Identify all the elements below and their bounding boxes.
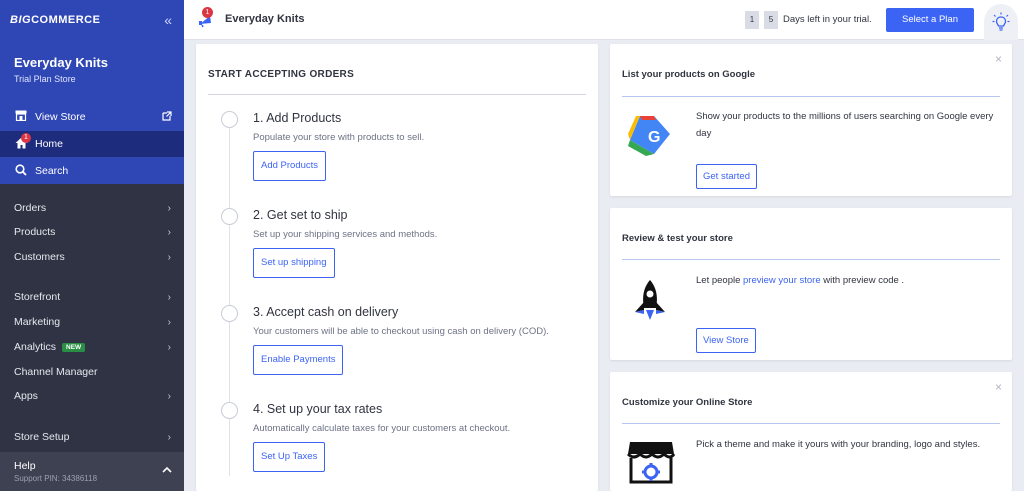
tips-button[interactable] (984, 4, 1018, 40)
divider (208, 94, 586, 95)
store-theme-icon (626, 440, 676, 491)
step-status-circle (221, 208, 238, 225)
divider (622, 259, 1000, 260)
step-status-circle (221, 111, 238, 128)
search-icon (14, 163, 28, 179)
steps-timeline (229, 126, 230, 476)
collapse-sidebar-icon[interactable]: « (164, 12, 172, 28)
chevron-right-icon: › (167, 390, 171, 402)
close-icon[interactable]: × (995, 52, 1002, 66)
sidebar-item-channel-manager[interactable]: Channel Manager (0, 360, 184, 384)
new-badge: NEW (62, 342, 86, 352)
chevron-right-icon: › (167, 291, 171, 303)
store-plan: Trial Plan Store (14, 74, 76, 84)
add-products-button[interactable]: Add Products (253, 151, 327, 181)
notification-badge: 1 (202, 7, 213, 18)
start-accepting-orders-card: START ACCEPTING ORDERS 1. Add Products P… (196, 44, 598, 491)
home-notification-badge: 1 (21, 133, 31, 143)
sidebar-item-products[interactable]: Products › (0, 220, 184, 244)
external-link-icon (162, 110, 172, 124)
view-store-button[interactable]: View Store (696, 328, 756, 353)
set-up-taxes-button[interactable]: Set Up Taxes (253, 442, 326, 472)
step-status-circle (221, 305, 238, 322)
sidebar-item-marketing[interactable]: Marketing › (0, 310, 184, 334)
divider (622, 96, 1000, 97)
sidebar-item-storefront[interactable]: Storefront › (0, 285, 184, 309)
google-tag-icon: G (626, 112, 674, 163)
sidebar-item-customers[interactable]: Customers › (0, 245, 184, 269)
get-started-button[interactable]: Get started (696, 164, 757, 189)
close-icon[interactable]: × (995, 380, 1002, 394)
sidebar-item-search[interactable]: Search (0, 158, 184, 184)
sidebar: BIGCOMMERCE « Everyday Knits Trial Plan … (0, 0, 184, 491)
sidebar-item-orders[interactable]: Orders › (0, 196, 184, 220)
svg-text:G: G (648, 129, 660, 146)
google-listing-card: × List your products on Google G Show yo… (610, 44, 1012, 196)
enable-payments-button[interactable]: Enable Payments (253, 345, 344, 375)
trial-days-text: Days left in your trial. (783, 14, 872, 25)
chevron-up-icon (162, 464, 172, 476)
customize-store-card: × Customize your Online Store Pick a the… (610, 372, 1012, 491)
chevron-right-icon: › (167, 316, 171, 328)
sidebar-item-apps[interactable]: Apps › (0, 384, 184, 408)
bigcommerce-logo[interactable]: BIGCOMMERCE (10, 14, 100, 26)
topbar: 1 Everyday Knits 1 5 Days left in your t… (184, 0, 1024, 40)
card-title: List your products on Google (622, 69, 755, 80)
chevron-right-icon: › (167, 341, 171, 353)
card-title: Review & test your store (622, 233, 733, 244)
preview-store-link[interactable]: preview your store (743, 275, 821, 286)
sidebar-item-analytics[interactable]: Analytics NEW › (0, 335, 184, 359)
store-name: Everyday Knits (14, 55, 108, 70)
support-pin: Support PIN: 34386118 (14, 474, 98, 483)
set-up-shipping-button[interactable]: Set up shipping (253, 248, 335, 278)
storefront-icon (14, 110, 28, 124)
chevron-right-icon: › (167, 251, 171, 263)
trial-days-digit: 5 (764, 11, 778, 29)
sidebar-item-store-setup[interactable]: Store Setup › (0, 425, 184, 449)
step-status-circle (221, 402, 238, 419)
sidebar-item-home[interactable]: 1 Home (0, 131, 184, 157)
chevron-right-icon: › (167, 226, 171, 238)
chevron-right-icon: › (167, 202, 171, 214)
view-store-link[interactable]: View Store (0, 104, 184, 130)
divider (622, 423, 1000, 424)
store-title: Everyday Knits (225, 13, 305, 25)
card-title: Customize your Online Store (622, 397, 753, 408)
rocket-icon (626, 276, 674, 329)
card-title: START ACCEPTING ORDERS (208, 69, 355, 80)
chevron-right-icon: › (167, 431, 171, 443)
trial-days-digit: 1 (745, 11, 759, 29)
review-store-card: Review & test your store Let people prev… (610, 208, 1012, 360)
select-plan-button[interactable]: Select a Plan (886, 8, 974, 32)
sidebar-help[interactable]: Help Support PIN: 34386118 (0, 452, 184, 491)
